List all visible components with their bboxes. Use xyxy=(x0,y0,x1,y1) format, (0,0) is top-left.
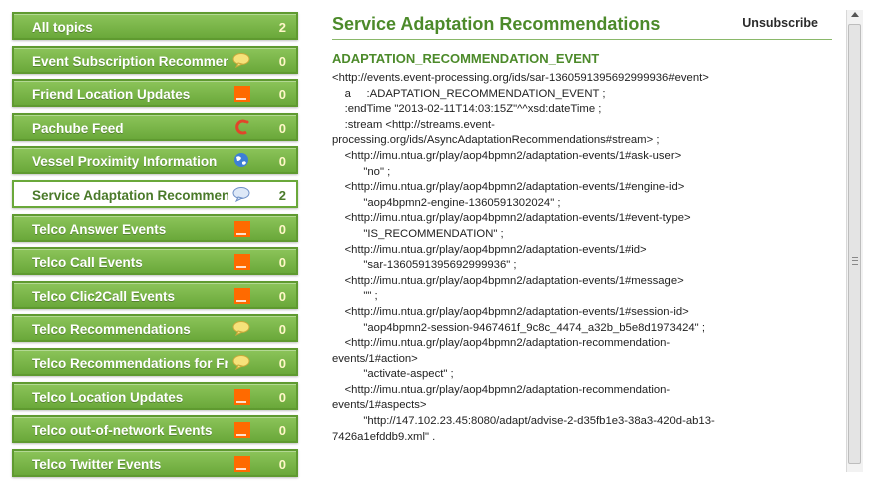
topic-count: 0 xyxy=(278,120,286,136)
topic-label: Telco Location Updates xyxy=(32,389,184,405)
topic-item-service-adaptation-recommendations[interactable]: Service Adaptation Recommendations 2 xyxy=(12,179,298,208)
event-line: <http://imu.ntua.gr/play/aop4bpmn2/adapt… xyxy=(332,212,691,225)
topic-item-pachube-feed[interactable]: Pachube Feed 0 xyxy=(12,112,298,141)
topic-item-friend-location-updates[interactable]: Friend Location Updates 0 xyxy=(12,79,298,108)
topic-count: 0 xyxy=(278,355,286,371)
event-type-heading: ADAPTATION_RECOMMENDATION_EVENT xyxy=(332,51,600,66)
event-line: <http://imu.ntua.gr/play/aop4bpmn2/adapt… xyxy=(332,243,647,256)
event-line: "aop4bpmn2-engine-1360591302024" ; xyxy=(332,196,561,209)
event-line: <http://imu.ntua.gr/play/aop4bpmn2/adapt… xyxy=(332,305,689,318)
unsubscribe-link[interactable]: Unsubscribe xyxy=(742,16,818,30)
topic-count: 0 xyxy=(278,255,286,271)
topic-count: 0 xyxy=(278,53,286,69)
topic-item-telco-recommendations[interactable]: Telco Recommendations 0 xyxy=(12,314,298,343)
event-panel: Service Adaptation Recommendations Unsub… xyxy=(332,14,838,445)
event-line: "sar-1360591395692999936" ; xyxy=(332,259,517,272)
event-line: "IS_RECOMMENDATION" ; xyxy=(332,227,504,240)
event-line: "activate-aspect" ; xyxy=(332,368,454,381)
speech-bubble-blue-icon xyxy=(232,186,250,202)
event-line: <http://imu.ntua.gr/play/aop4bpmn2/adapt… xyxy=(332,383,671,396)
topic-item-telco-recommendations-for-friends[interactable]: Telco Recommendations for Friends 0 xyxy=(12,347,298,376)
event-line: "aop4bpmn2-session-9467461f_9c8c_4474_a3… xyxy=(332,321,705,334)
topic-item-telco-out-of-network-events[interactable]: Telco out-of-network Events 0 xyxy=(12,415,298,444)
speech-bubble-yellow-icon xyxy=(232,52,250,68)
topic-count: 0 xyxy=(278,423,286,439)
topic-count: 0 xyxy=(278,322,286,338)
topic-count: 0 xyxy=(278,87,286,103)
topic-count: 2 xyxy=(278,187,286,203)
event-rdf-text: <http://events.event-processing.org/ids/… xyxy=(332,71,832,445)
globe-icon xyxy=(234,153,248,168)
topic-item-telco-call-events[interactable]: Telco Call Events 0 xyxy=(12,247,298,276)
event-line: :endTime "2013-02-11T14:03:15Z"^^xsd:dat… xyxy=(332,103,602,116)
event-line: events/1#aspects> xyxy=(332,399,427,412)
topic-label: Friend Location Updates xyxy=(32,87,191,103)
event-line: <http://imu.ntua.gr/play/aop4bpmn2/adapt… xyxy=(332,337,671,350)
topic-label: Telco Recommendations xyxy=(32,322,191,338)
topic-item-telco-location-updates[interactable]: Telco Location Updates 0 xyxy=(12,381,298,410)
topic-item-telco-clic2call-events[interactable]: Telco Clic2Call Events 0 xyxy=(12,280,298,309)
topic-count: 0 xyxy=(278,221,286,237)
speech-bubble-yellow-icon xyxy=(232,354,250,370)
event-line: events/1#action> xyxy=(332,352,418,365)
orange-logo-icon xyxy=(234,254,250,271)
topic-item-telco-answer-events[interactable]: Telco Answer Events 0 xyxy=(12,213,298,242)
event-line: processing.org/ids/AsyncAdaptationRecomm… xyxy=(332,134,660,147)
topic-label: Telco Clic2Call Events xyxy=(32,288,176,304)
event-line: <http://events.event-processing.org/ids/… xyxy=(332,72,709,84)
topic-label: Telco Call Events xyxy=(32,255,143,271)
scroll-up-arrow-icon[interactable] xyxy=(851,12,859,17)
topic-label: All topics xyxy=(32,20,93,35)
topic-label: Service Adaptation Recommendations xyxy=(32,187,228,203)
topic-label: Telco Recommendations for Friends xyxy=(32,355,228,371)
topic-label: Vessel Proximity Information xyxy=(32,154,218,170)
topic-label: Telco out-of-network Events xyxy=(32,423,213,439)
event-line: "no" ; xyxy=(332,165,391,178)
orange-logo-icon xyxy=(234,220,250,237)
event-line: :stream <http://streams.event- xyxy=(332,118,495,131)
topic-count: 0 xyxy=(278,456,286,472)
orange-logo-icon xyxy=(234,388,250,405)
panel-title-bar: Service Adaptation Recommendations Unsub… xyxy=(332,14,832,40)
vertical-scrollbar[interactable] xyxy=(846,10,863,472)
event-line: <http://imu.ntua.gr/play/aop4bpmn2/adapt… xyxy=(332,181,685,194)
orange-logo-icon xyxy=(234,86,250,103)
event-line: "" ; xyxy=(332,290,378,303)
topic-count: 0 xyxy=(278,389,286,405)
orange-logo-icon xyxy=(234,422,250,439)
scrollbar-thumb[interactable] xyxy=(848,24,861,464)
page-title: Service Adaptation Recommendations xyxy=(332,14,661,34)
topics-sidebar: All topics 2 Event Subscription Recommen… xyxy=(12,12,298,482)
event-line: <http://imu.ntua.gr/play/aop4bpmn2/adapt… xyxy=(332,149,682,162)
topic-label: Telco Answer Events xyxy=(32,221,167,237)
event-line: <http://imu.ntua.gr/play/aop4bpmn2/adapt… xyxy=(332,274,684,287)
event-line: "http://147.102.23.45:8080/adapt/advise-… xyxy=(332,415,715,428)
topic-count: 0 xyxy=(278,154,286,170)
topic-item-all-topics[interactable]: All topics 2 xyxy=(12,12,298,40)
speech-bubble-yellow-icon xyxy=(232,321,250,337)
topic-item-vessel-proximity-information[interactable]: Vessel Proximity Information 0 xyxy=(12,146,298,175)
topic-item-telco-twitter-events[interactable]: Telco Twitter Events 0 xyxy=(12,448,298,477)
pachube-logo-icon xyxy=(235,119,249,135)
grip-icon xyxy=(852,257,858,265)
event-line: a :ADAPTATION_RECOMMENDATION_EVENT ; xyxy=(332,87,606,100)
topic-label: Telco Twitter Events xyxy=(32,456,162,472)
orange-logo-icon xyxy=(234,455,250,472)
topic-count: 2 xyxy=(278,20,286,35)
topic-item-event-subscription-recommendations[interactable]: Event Subscription Recommendations 0 xyxy=(12,45,298,74)
orange-logo-icon xyxy=(234,287,250,304)
event-line: 7426a1efddb9.xml" . xyxy=(332,430,436,443)
topic-label: Pachube Feed xyxy=(32,120,124,136)
topic-label: Event Subscription Recommendations xyxy=(32,53,228,69)
topic-count: 0 xyxy=(278,288,286,304)
